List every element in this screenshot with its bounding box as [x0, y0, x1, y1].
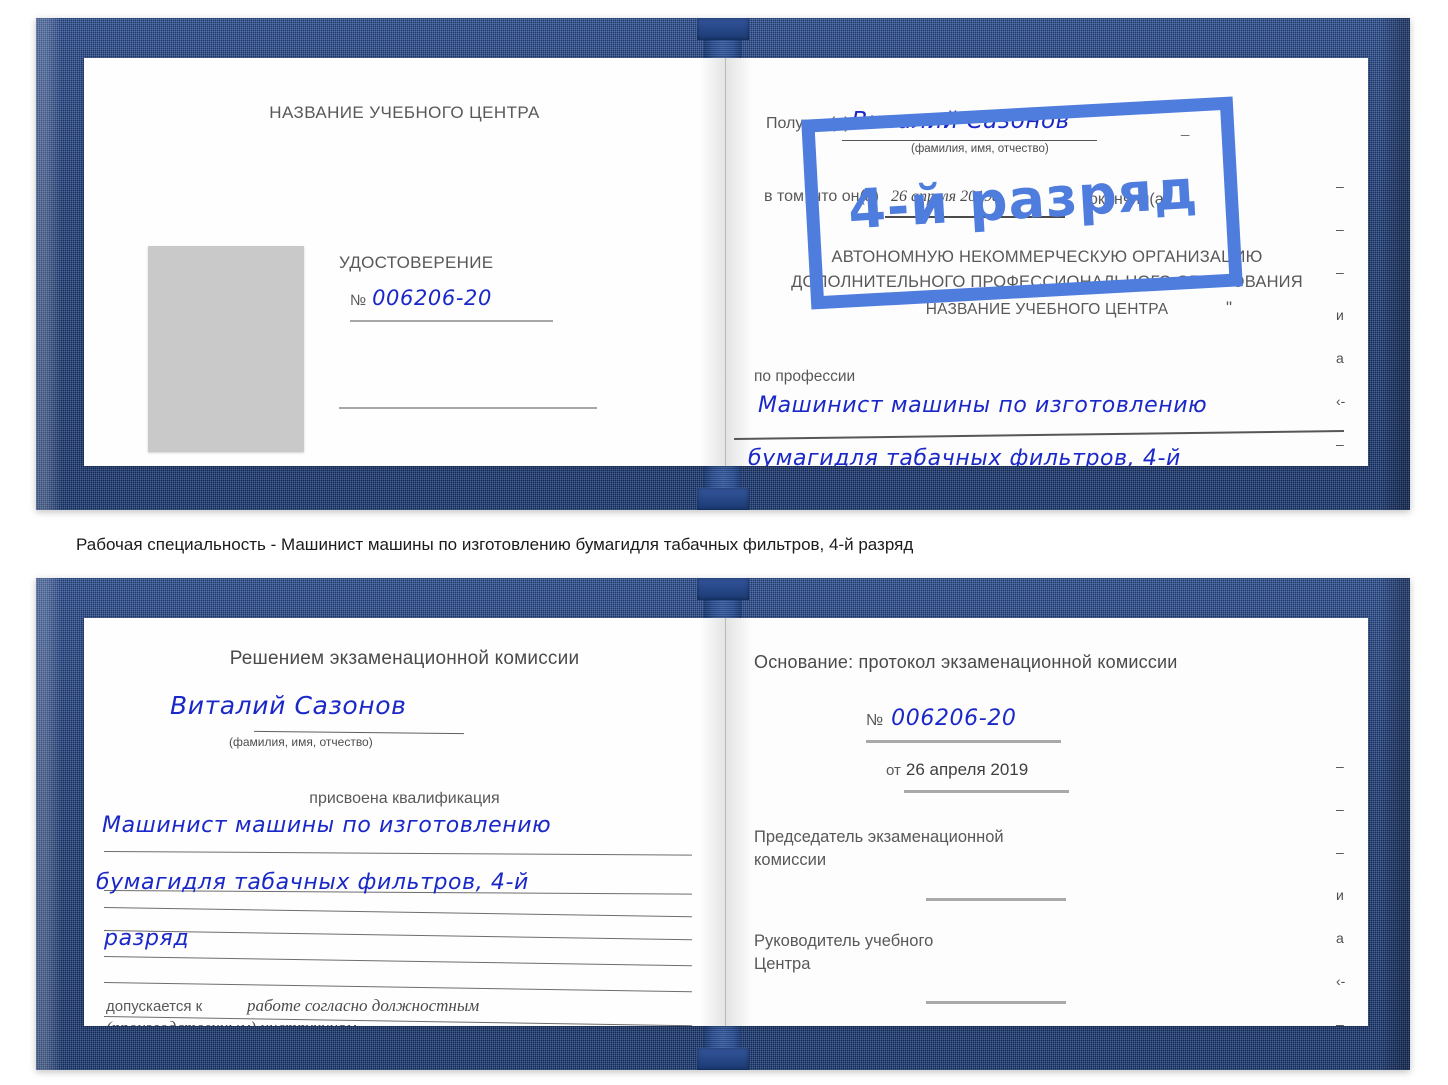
certificate-top-left-page: НАЗВАНИЕ УЧЕБНОГО ЦЕНТРА М.П. УДОСТОВЕРЕ… [84, 58, 726, 466]
certificate-bottom-pages: Решением экзаменационной комиссии Витали… [84, 618, 1368, 1026]
edge-mark: ‹- [1336, 973, 1346, 989]
protocol-date-underline [904, 790, 1069, 793]
edge-mark: – [1336, 1016, 1344, 1026]
edge-mark: – [1336, 844, 1344, 860]
recipient-row: Получил(а) Виталий Сазонов [766, 108, 1070, 134]
director-signature-line [926, 1001, 1066, 1004]
assigned-qualification-label: присвоена квалификация [309, 790, 500, 807]
edge-mark: – [1336, 264, 1344, 280]
admitted-to-value-line-1: работе согласно должностным [247, 996, 480, 1015]
ruled-line [103, 930, 692, 941]
qualification-line-1: Машинист машины по изготовлению [102, 813, 552, 838]
protocol-date-row: от 26 апреля 2019 [886, 760, 1028, 780]
organization-line-2: ДОПОЛНИТЕЛЬНОГО ПРОФЕССИОНАЛЬНОГО ОБРАЗО… [791, 273, 1303, 291]
chairman-role-line-2: комиссии [754, 851, 827, 869]
edge-mark: – [1336, 178, 1344, 194]
edge-mark: – [1336, 801, 1344, 817]
issued-label: Выдано [339, 465, 397, 466]
number-sign: № [350, 292, 367, 309]
organization-line-1: АВТОНОМНУЮ НЕКОММЕРЧЕСКУЮ ОРГАНИЗАЦИЮ [831, 248, 1263, 266]
profession-underline-1 [734, 430, 1344, 440]
completion-date-underline [885, 216, 1065, 218]
certificate-top: НАЗВАНИЕ УЧЕБНОГО ЦЕНТРА М.П. УДОСТОВЕРЕ… [36, 18, 1410, 510]
commission-decision-title: Решением экзаменационной комиссии [229, 648, 580, 669]
issued-row: Выдано 26 апреля 2019 [339, 463, 521, 466]
chairman-role: Председатель экзаменационной комиссии [754, 826, 1004, 872]
chairman-signature-line [926, 898, 1066, 901]
completion-date: 26 апреля 2019г. [891, 188, 1003, 205]
from-label: от [886, 762, 901, 779]
photo-placeholder [148, 246, 304, 452]
director-role-line-2: Центра [754, 955, 811, 973]
spine-notch-top [697, 578, 749, 600]
admitted-to-value-line-2: (производственным) инструкциям [106, 1018, 357, 1026]
quote-close: " [1226, 298, 1233, 317]
admitted-to-label: допускается к [106, 998, 203, 1015]
spine-notch-top [697, 18, 749, 40]
image-caption: Рабочая специальность - Машинист машины … [76, 535, 914, 554]
recipient-label: Получил(а) [766, 115, 850, 132]
completion-label: в том, что он(а) [764, 188, 879, 205]
holder-name-underline [254, 730, 464, 735]
profession-label: по профессии [754, 368, 856, 385]
certificate-number-value: 006206-20 [372, 286, 492, 310]
basis-title: Основание: протокол экзаменационной коми… [754, 652, 1178, 672]
number-sign: № [866, 712, 884, 729]
organization-line-3: НАЗВАНИЕ УЧЕБНОГО ЦЕНТРА [925, 301, 1169, 318]
page-edge-marks-top: – – – и а ‹- – – – [1336, 178, 1362, 466]
director-role-line-1: Руководитель учебного [754, 932, 934, 950]
edge-mark: – [1336, 758, 1344, 774]
edge-mark: ‹- [1336, 393, 1346, 409]
protocol-date-value: 26 апреля 2019 [905, 760, 1029, 779]
edge-mark: – [1336, 221, 1344, 237]
number-underline [350, 320, 553, 322]
fio-hint: (фамилия, имя, отчество) [229, 735, 373, 749]
certificate-bottom: Решением экзаменационной комиссии Витали… [36, 578, 1410, 1070]
certificate-top-right-page: Получил(а) Виталий Сазонов _ (фамилия, и… [726, 58, 1368, 466]
protocol-number-value: 006206-20 [891, 706, 1017, 731]
protocol-number-row: № 006206-20 [866, 706, 1017, 731]
qualification-line-3: разряд [104, 926, 190, 951]
protocol-number-underline [866, 740, 1061, 743]
recipient-name: Виталий Сазонов [851, 108, 1070, 134]
spine-notch-bottom [697, 488, 749, 510]
certificate-number-row: № 006206-20 [350, 286, 492, 310]
edge-mark: а [1336, 350, 1344, 366]
profession-value-line-1: Машинист машины по изготовлению [758, 393, 1208, 418]
ruled-line [103, 982, 692, 993]
edge-mark: – [1336, 436, 1344, 452]
edge-mark: а [1336, 930, 1344, 946]
training-center-title: НАЗВАНИЕ УЧЕБНОГО ЦЕНТРА [269, 103, 540, 122]
ruled-line [103, 851, 692, 856]
issued-date: 26 апреля 2019 [399, 463, 521, 466]
finished-label: окончил(а) [1089, 191, 1169, 208]
recipient-underline [842, 140, 1097, 141]
qualification-line-2: бумагидля табачных фильтров, 4-й [96, 870, 529, 895]
quote-open: " [864, 298, 871, 317]
certificate-bottom-left-page: Решением экзаменационной комиссии Витали… [84, 618, 726, 1026]
blank-field-underline [339, 407, 597, 409]
recipient-trailing-dash: _ [1181, 120, 1190, 137]
chairman-role-line-1: Председатель экзаменационной [754, 828, 1004, 846]
director-role: Руководитель учебного Центра [754, 930, 933, 976]
certificate-top-pages: НАЗВАНИЕ УЧЕБНОГО ЦЕНТРА М.П. УДОСТОВЕРЕ… [84, 58, 1368, 466]
page-edge-marks-bottom: – – – и а ‹- – – – [1336, 758, 1362, 1026]
certificate-bottom-right-page: Основание: протокол экзаменационной коми… [726, 618, 1368, 1026]
edge-mark: и [1336, 307, 1344, 323]
fio-hint: (фамилия, имя, отчество) [911, 143, 1049, 155]
document-type-label: УДОСТОВЕРЕНИЕ [339, 253, 494, 272]
ruled-line [103, 956, 692, 967]
edge-mark: и [1336, 887, 1344, 903]
ruled-line [103, 907, 692, 918]
spine-notch-bottom [697, 1048, 749, 1070]
profession-value-line-2: бумагидля табачных фильтров, 4-й [748, 446, 1181, 466]
completion-row: в том, что он(а) 26 апреля 2019г. [764, 188, 1002, 206]
holder-name: Виталий Сазонов [170, 691, 407, 720]
